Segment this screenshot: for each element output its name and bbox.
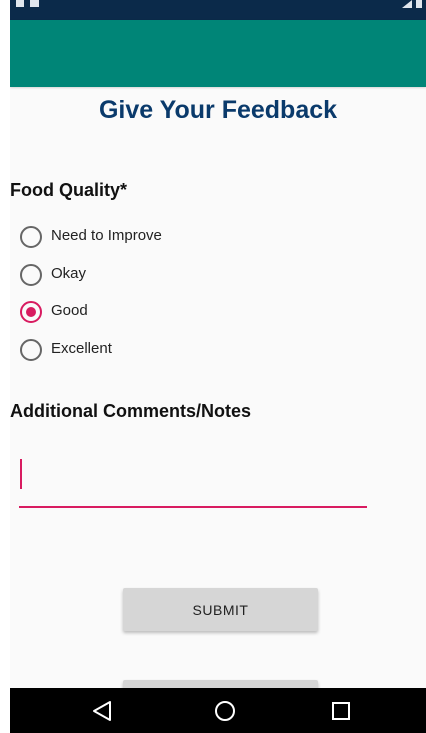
radio-unchecked-icon [20, 226, 42, 248]
radio-need-to-improve[interactable]: Need to Improve [20, 224, 220, 250]
app-bar [10, 20, 426, 87]
status-notification-icons [16, 0, 46, 7]
radio-good[interactable]: Good [20, 299, 220, 325]
status-system-icons [402, 0, 426, 8]
page-title: Give Your Feedback [98, 96, 338, 124]
submit-button[interactable]: SUBMIT [123, 588, 318, 631]
radio-checked-icon [20, 301, 42, 323]
food-quality-label: Food Quality* [10, 180, 127, 200]
radio-unchecked-icon [20, 339, 42, 361]
battery-icon [416, 0, 422, 8]
comments-label: Additional Comments/Notes [10, 401, 252, 421]
back-triangle-icon[interactable] [90, 700, 114, 722]
notification-icon [30, 0, 39, 7]
app-screen: Give Your Feedback Food Quality* Need to… [10, 0, 426, 733]
status-bar [10, 0, 426, 20]
radio-unchecked-icon [20, 264, 42, 286]
text-cursor [20, 459, 22, 489]
radio-label: Excellent [51, 340, 112, 357]
radio-label: Okay [51, 265, 87, 282]
signal-icon [402, 0, 412, 8]
recent-apps-square-icon[interactable] [329, 700, 353, 722]
navigation-bar [10, 688, 426, 733]
radio-excellent[interactable]: Excellent [20, 337, 220, 363]
home-circle-icon[interactable] [213, 700, 237, 722]
radio-label: Need to Improve [51, 227, 162, 244]
notification-icon [16, 0, 24, 7]
radio-label: Good [51, 302, 88, 319]
comments-input[interactable] [19, 452, 367, 508]
radio-okay[interactable]: Okay [20, 262, 220, 288]
